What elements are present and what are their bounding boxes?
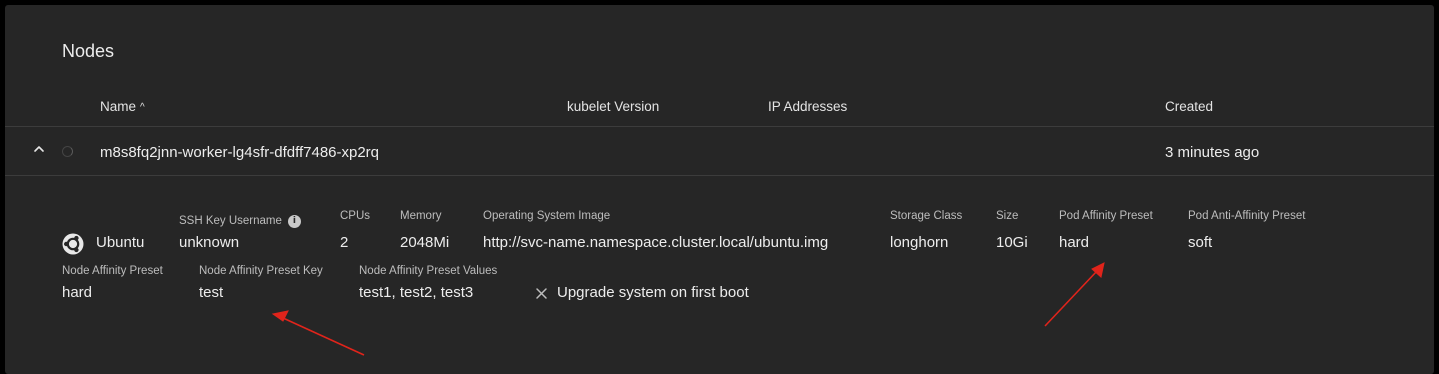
nodes-panel: Nodes Name ^ kubelet Version IP Addresses… bbox=[5, 5, 1434, 374]
annotation-arrow-left bbox=[271, 310, 365, 356]
annotation-arrows bbox=[271, 262, 1105, 356]
annotation-arrow-right bbox=[1044, 262, 1105, 327]
